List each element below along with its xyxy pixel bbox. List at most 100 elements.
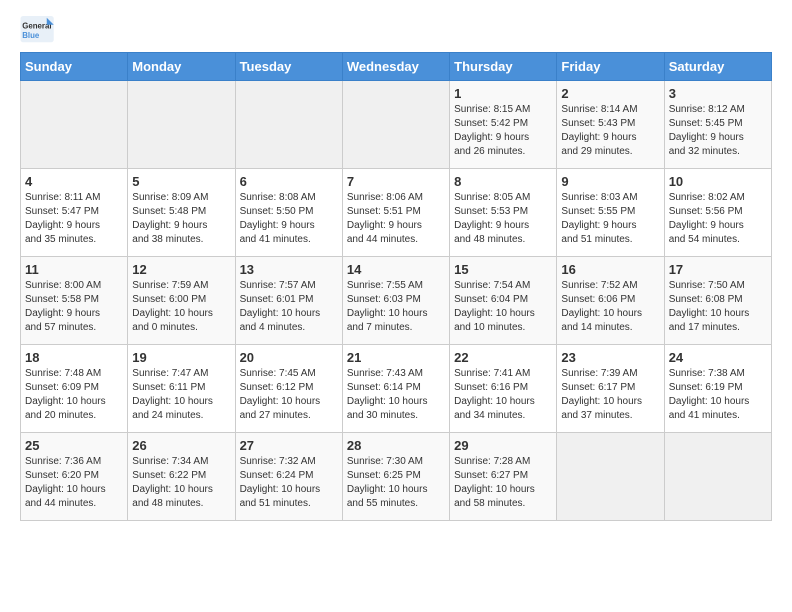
calendar-cell: 8Sunrise: 8:05 AMSunset: 5:53 PMDaylight… <box>450 169 557 257</box>
cell-content: Sunrise: 7:59 AMSunset: 6:00 PMDaylight:… <box>132 279 230 335</box>
cell-content: Sunrise: 8:11 AMSunset: 5:47 PMDaylight:… <box>25 191 123 247</box>
day-number: 21 <box>347 350 445 365</box>
daylight-text: Daylight: 9 hours <box>240 219 338 233</box>
sunset-text: Sunset: 5:50 PM <box>240 205 338 219</box>
day-number: 3 <box>669 86 767 101</box>
daylight-text: Daylight: 9 hours <box>347 219 445 233</box>
day-number: 27 <box>240 438 338 453</box>
daylight-text: and 54 minutes. <box>669 233 767 247</box>
calendar-cell: 13Sunrise: 7:57 AMSunset: 6:01 PMDayligh… <box>235 257 342 345</box>
daylight-text: and 55 minutes. <box>347 497 445 511</box>
daylight-text: and 41 minutes. <box>240 233 338 247</box>
daylight-text: and 57 minutes. <box>25 321 123 335</box>
sunrise-text: Sunrise: 7:54 AM <box>454 279 552 293</box>
sunrise-text: Sunrise: 7:41 AM <box>454 367 552 381</box>
day-number: 16 <box>561 262 659 277</box>
cell-content: Sunrise: 8:09 AMSunset: 5:48 PMDaylight:… <box>132 191 230 247</box>
daylight-text: Daylight: 9 hours <box>561 131 659 145</box>
sunrise-text: Sunrise: 7:28 AM <box>454 455 552 469</box>
daylight-text: Daylight: 10 hours <box>454 483 552 497</box>
header: General Blue <box>20 16 772 44</box>
daylight-text: and 48 minutes. <box>132 497 230 511</box>
cell-content: Sunrise: 8:00 AMSunset: 5:58 PMDaylight:… <box>25 279 123 335</box>
daylight-text: Daylight: 10 hours <box>132 307 230 321</box>
calendar-cell: 5Sunrise: 8:09 AMSunset: 5:48 PMDaylight… <box>128 169 235 257</box>
day-number: 2 <box>561 86 659 101</box>
day-number: 1 <box>454 86 552 101</box>
day-number: 24 <box>669 350 767 365</box>
day-number: 29 <box>454 438 552 453</box>
daylight-text: Daylight: 9 hours <box>132 219 230 233</box>
calendar-cell: 29 Sunrise: 7:28 AMSunset: 6:27 PMDayligh… <box>450 433 557 521</box>
daylight-text: Daylight: 9 hours <box>561 219 659 233</box>
day-number: 23 <box>561 350 659 365</box>
sunset-text: Sunset: 5:43 PM <box>561 117 659 131</box>
calendar-cell: 25Sunrise: 7:36 AMSunset: 6:20 PMDayligh… <box>21 433 128 521</box>
cell-content: Sunrise: 8:05 AMSunset: 5:53 PMDaylight:… <box>454 191 552 247</box>
daylight-text: Daylight: 10 hours <box>347 395 445 409</box>
sunrise-text: Sunrise: 8:12 AM <box>669 103 767 117</box>
day-number: 11 <box>25 262 123 277</box>
cell-content: Sunrise: 7:30 AMSunset: 6:25 PMDaylight:… <box>347 455 445 511</box>
day-number: 22 <box>454 350 552 365</box>
cell-content: Sunrise: 7:55 AMSunset: 6:03 PMDaylight:… <box>347 279 445 335</box>
daylight-text: and 32 minutes. <box>669 145 767 159</box>
daylight-text: and 44 minutes. <box>347 233 445 247</box>
calendar-cell: 17Sunrise: 7:50 AMSunset: 6:08 PMDayligh… <box>664 257 771 345</box>
daylight-text: and 41 minutes. <box>669 409 767 423</box>
daylight-text: Daylight: 9 hours <box>669 131 767 145</box>
calendar-cell: 20Sunrise: 7:45 AMSunset: 6:12 PMDayligh… <box>235 345 342 433</box>
daylight-text: Daylight: 10 hours <box>240 395 338 409</box>
sunset-text: Sunset: 6:25 PM <box>347 469 445 483</box>
day-number: 10 <box>669 174 767 189</box>
daylight-text: Daylight: 10 hours <box>561 395 659 409</box>
daylight-text: Daylight: 10 hours <box>454 395 552 409</box>
sunrise-text: Sunrise: 7:57 AM <box>240 279 338 293</box>
day-number: 28 <box>347 438 445 453</box>
cell-content: Sunrise: 7:28 AMSunset: 6:27 PMDaylight:… <box>454 455 552 511</box>
calendar-cell <box>664 433 771 521</box>
sunset-text: Sunset: 5:47 PM <box>25 205 123 219</box>
calendar-cell: 2 Sunrise: 8:14 AMSunset: 5:43 PMDaylight… <box>557 81 664 169</box>
daylight-text: and 44 minutes. <box>25 497 123 511</box>
daylight-text: and 27 minutes. <box>240 409 338 423</box>
cell-content: Sunrise: 8:15 AMSunset: 5:42 PMDaylight:… <box>454 103 552 159</box>
sunrise-text: Sunrise: 7:48 AM <box>25 367 123 381</box>
sunset-text: Sunset: 6:24 PM <box>240 469 338 483</box>
daylight-text: and 30 minutes. <box>347 409 445 423</box>
column-header-tuesday: Tuesday <box>235 53 342 81</box>
daylight-text: Daylight: 10 hours <box>132 483 230 497</box>
daylight-text: Daylight: 9 hours <box>454 131 552 145</box>
calendar-cell: 15Sunrise: 7:54 AMSunset: 6:04 PMDayligh… <box>450 257 557 345</box>
calendar-cell: 24Sunrise: 7:38 AMSunset: 6:19 PMDayligh… <box>664 345 771 433</box>
calendar-cell: 4Sunrise: 8:11 AMSunset: 5:47 PMDaylight… <box>21 169 128 257</box>
day-number: 14 <box>347 262 445 277</box>
daylight-text: Daylight: 10 hours <box>669 307 767 321</box>
sunrise-text: Sunrise: 7:59 AM <box>132 279 230 293</box>
calendar-cell <box>557 433 664 521</box>
daylight-text: Daylight: 10 hours <box>25 483 123 497</box>
sunset-text: Sunset: 6:27 PM <box>454 469 552 483</box>
cell-content: Sunrise: 8:06 AMSunset: 5:51 PMDaylight:… <box>347 191 445 247</box>
calendar-cell: 18Sunrise: 7:48 AMSunset: 6:09 PMDayligh… <box>21 345 128 433</box>
sunset-text: Sunset: 5:42 PM <box>454 117 552 131</box>
sunset-text: Sunset: 5:56 PM <box>669 205 767 219</box>
daylight-text: Daylight: 10 hours <box>25 395 123 409</box>
sunrise-text: Sunrise: 8:14 AM <box>561 103 659 117</box>
calendar-cell: 3 Sunrise: 8:12 AMSunset: 5:45 PMDaylight… <box>664 81 771 169</box>
calendar-cell <box>342 81 449 169</box>
cell-content: Sunrise: 8:12 AMSunset: 5:45 PMDaylight:… <box>669 103 767 159</box>
calendar-cell: 22Sunrise: 7:41 AMSunset: 6:16 PMDayligh… <box>450 345 557 433</box>
calendar-cell: 9Sunrise: 8:03 AMSunset: 5:55 PMDaylight… <box>557 169 664 257</box>
daylight-text: Daylight: 10 hours <box>240 483 338 497</box>
cell-content: Sunrise: 7:39 AMSunset: 6:17 PMDaylight:… <box>561 367 659 423</box>
cell-content: Sunrise: 8:02 AMSunset: 5:56 PMDaylight:… <box>669 191 767 247</box>
daylight-text: and 0 minutes. <box>132 321 230 335</box>
day-number: 15 <box>454 262 552 277</box>
sunset-text: Sunset: 6:03 PM <box>347 293 445 307</box>
day-number: 12 <box>132 262 230 277</box>
column-header-friday: Friday <box>557 53 664 81</box>
daylight-text: and 48 minutes. <box>454 233 552 247</box>
sunset-text: Sunset: 6:09 PM <box>25 381 123 395</box>
daylight-text: and 51 minutes. <box>561 233 659 247</box>
